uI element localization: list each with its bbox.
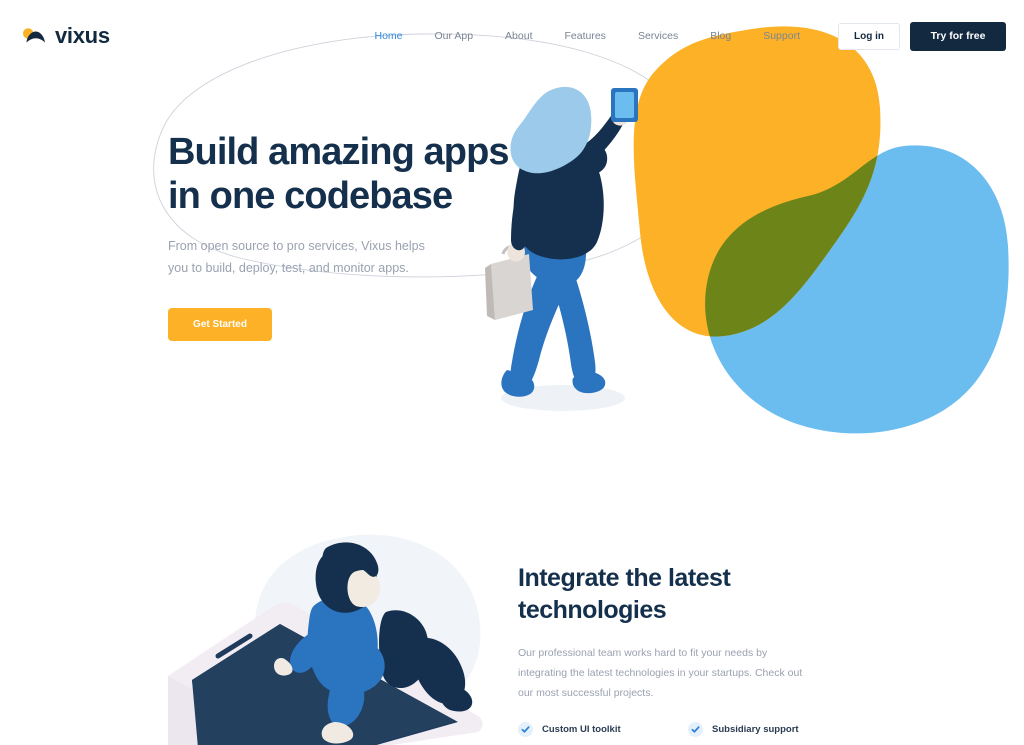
header-actions: Log in Try for free xyxy=(838,21,1006,51)
section-title-line-2: technologies xyxy=(518,596,667,624)
feature-item-subsidiary-support: Subsidiary support xyxy=(688,722,858,738)
landing-page: vixus Home Our App About Features Servic… xyxy=(0,0,1024,745)
hero-title: Build amazing apps in one codebase xyxy=(168,130,518,218)
site-header: vixus Home Our App About Features Servic… xyxy=(0,0,1024,72)
check-icon xyxy=(688,722,703,738)
main-navigation: Home Our App About Features Services Blo… xyxy=(359,24,817,48)
nav-item-features[interactable]: Features xyxy=(549,24,622,48)
nav-item-home[interactable]: Home xyxy=(359,24,419,48)
feature-checklist: Custom UI toolkit Subsidiary support Ope… xyxy=(518,722,818,745)
nav-item-support[interactable]: Support xyxy=(747,24,816,48)
section-title: Integrate the latest technologies xyxy=(518,562,818,626)
section-body-text: Our professional team works hard to fit … xyxy=(518,647,803,700)
get-started-button[interactable]: Get Started xyxy=(168,307,272,341)
nav-item-our-app[interactable]: Our App xyxy=(419,24,490,48)
nav-item-blog[interactable]: Blog xyxy=(694,24,747,48)
brand-name: vixus xyxy=(55,23,110,48)
login-button[interactable]: Log in xyxy=(838,22,900,50)
hero-subtitle: From open source to pro services, Vixus … xyxy=(168,239,425,276)
nav-item-services[interactable]: Services xyxy=(622,24,694,48)
hero-title-line-2: in one codebase xyxy=(168,175,453,218)
feature-label: Subsidiary support xyxy=(712,724,799,736)
feature-label: Custom UI toolkit xyxy=(542,724,621,736)
hero-title-line-1: Build amazing apps xyxy=(168,131,510,173)
vixus-arrow-logo-icon xyxy=(23,28,45,43)
section-illustration-person-on-phone xyxy=(168,534,483,745)
nav-item-about[interactable]: About xyxy=(489,24,548,48)
check-icon xyxy=(518,722,533,738)
feature-item-custom-ui-toolkit: Custom UI toolkit xyxy=(518,722,688,738)
section-title-line-1: Integrate the latest xyxy=(518,564,731,592)
section-integrate-technologies: Integrate the latest technologies Our pr… xyxy=(518,562,818,745)
brand-logo[interactable]: vixus xyxy=(22,23,110,49)
try-for-free-button[interactable]: Try for free xyxy=(910,21,1006,51)
hero-section: Build amazing apps in one codebase From … xyxy=(168,130,518,341)
